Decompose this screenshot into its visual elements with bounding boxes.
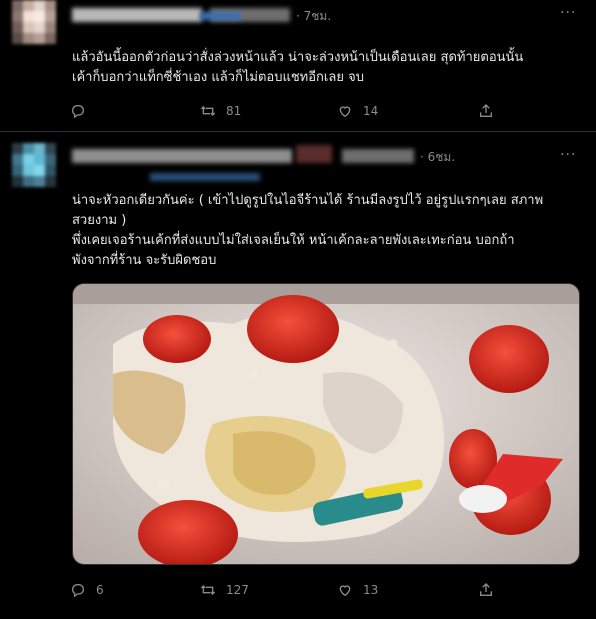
like-count: 13 <box>363 583 379 597</box>
like-button[interactable]: 14 <box>337 100 378 122</box>
like-count: 14 <box>363 104 379 118</box>
tweet-1[interactable]: · 7ชม. ··· แล้วอันนี้ออกตัวก่อนว่าสั่งล่… <box>0 0 596 131</box>
retweet-button[interactable]: 127 <box>200 579 249 601</box>
more-options-icon[interactable]: ··· <box>560 147 576 163</box>
more-options-icon[interactable]: ··· <box>560 5 576 21</box>
name-highlight-redacted <box>200 12 240 20</box>
tweet-actions: 6 127 13 <box>70 579 570 601</box>
reply-icon <box>71 584 85 598</box>
like-icon <box>339 106 351 118</box>
handle-redacted[interactable] <box>342 149 414 163</box>
share-button[interactable] <box>478 100 494 122</box>
tweet-photo[interactable] <box>72 283 580 565</box>
avatar[interactable] <box>12 143 56 187</box>
tweet-2[interactable]: · 6ชม. ··· น่าจะหัวอกเดียวกันค่ะ ( เข้าไ… <box>0 133 596 619</box>
retweet-count: 81 <box>226 104 242 118</box>
tweet-actions: 81 14 <box>70 100 570 122</box>
reply-button[interactable]: 6 <box>70 579 104 601</box>
like-icon <box>339 585 351 597</box>
tweet-divider <box>0 131 596 132</box>
tweet-text: น่าจะหัวอกเดียวกันค่ะ ( เข้าไปดูรูปในไอจ… <box>72 193 544 268</box>
share-icon <box>480 583 492 596</box>
tweet-time[interactable]: · 7ชม. <box>296 7 331 26</box>
tweet-text: แล้วอันนี้ออกตัวก่อนว่าสั่งล่วงหน้าแล้ว … <box>72 50 524 85</box>
retweet-count: 127 <box>226 583 249 597</box>
retweet-icon <box>200 585 216 595</box>
tweet-time[interactable]: · 6ชม. <box>420 148 455 167</box>
share-icon <box>480 104 492 117</box>
reply-icon <box>71 105 85 119</box>
like-button[interactable]: 13 <box>337 579 378 601</box>
retweet-icon <box>200 106 216 116</box>
reply-button[interactable] <box>70 100 96 122</box>
share-button[interactable] <box>478 579 494 601</box>
retweet-button[interactable]: 81 <box>200 100 241 122</box>
reply-count: 6 <box>96 583 104 597</box>
name-bar-redacted <box>150 173 260 181</box>
cake-photo-image <box>73 284 579 564</box>
display-name-redacted[interactable] <box>72 8 202 22</box>
avatar[interactable] <box>12 0 56 44</box>
name-highlight-redacted <box>296 145 332 163</box>
display-name-redacted[interactable] <box>72 149 292 163</box>
